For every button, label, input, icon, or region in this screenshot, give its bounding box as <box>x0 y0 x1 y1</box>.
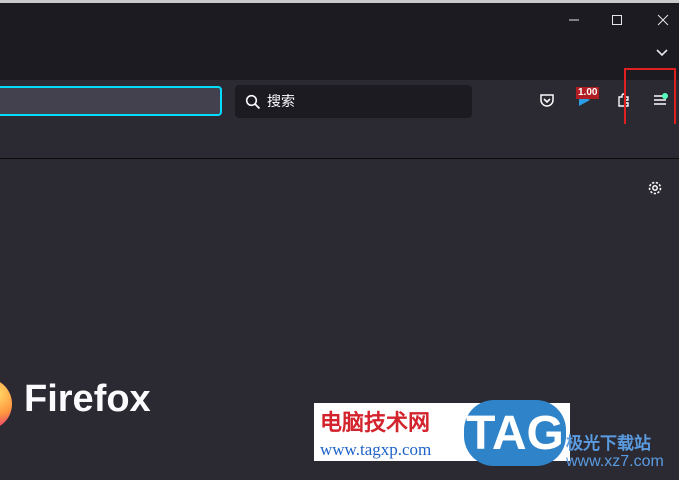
search-icon <box>245 94 261 110</box>
search-bar[interactable] <box>235 85 472 118</box>
watermark-url: www.tagxp.com <box>320 440 432 459</box>
minimize-icon <box>568 14 580 26</box>
address-bar[interactable] <box>0 86 222 116</box>
extension-badge: 1.00 <box>576 87 600 99</box>
chevron-down-icon <box>655 45 669 63</box>
pocket-icon <box>539 92 555 113</box>
minimize-button[interactable] <box>554 6 594 34</box>
watermark-site-cn: 极光下载站 <box>566 434 651 454</box>
firefox-window: 1.00 Firefox 电脑技术网 www.tagxp. <box>0 0 679 480</box>
firefox-logo <box>0 376 14 432</box>
search-input[interactable] <box>267 93 457 110</box>
personalize-settings-button[interactable] <box>643 178 667 202</box>
watermark-tag-logo: TAG <box>464 400 566 466</box>
list-all-tabs-button[interactable] <box>650 42 674 66</box>
title-bar <box>0 3 679 80</box>
bookmarks-toolbar <box>0 124 679 159</box>
maximize-button[interactable] <box>597 6 637 34</box>
close-icon <box>657 14 669 26</box>
maximize-icon <box>611 14 623 26</box>
watermark-cn-title: 电脑技术网 <box>320 411 431 436</box>
watermark-site-url: www.xz7.com <box>566 453 664 470</box>
pocket-button[interactable] <box>533 88 561 116</box>
firefox-wordmark: Firefox <box>24 378 151 420</box>
gear-icon <box>646 179 664 202</box>
close-button[interactable] <box>643 6 679 34</box>
